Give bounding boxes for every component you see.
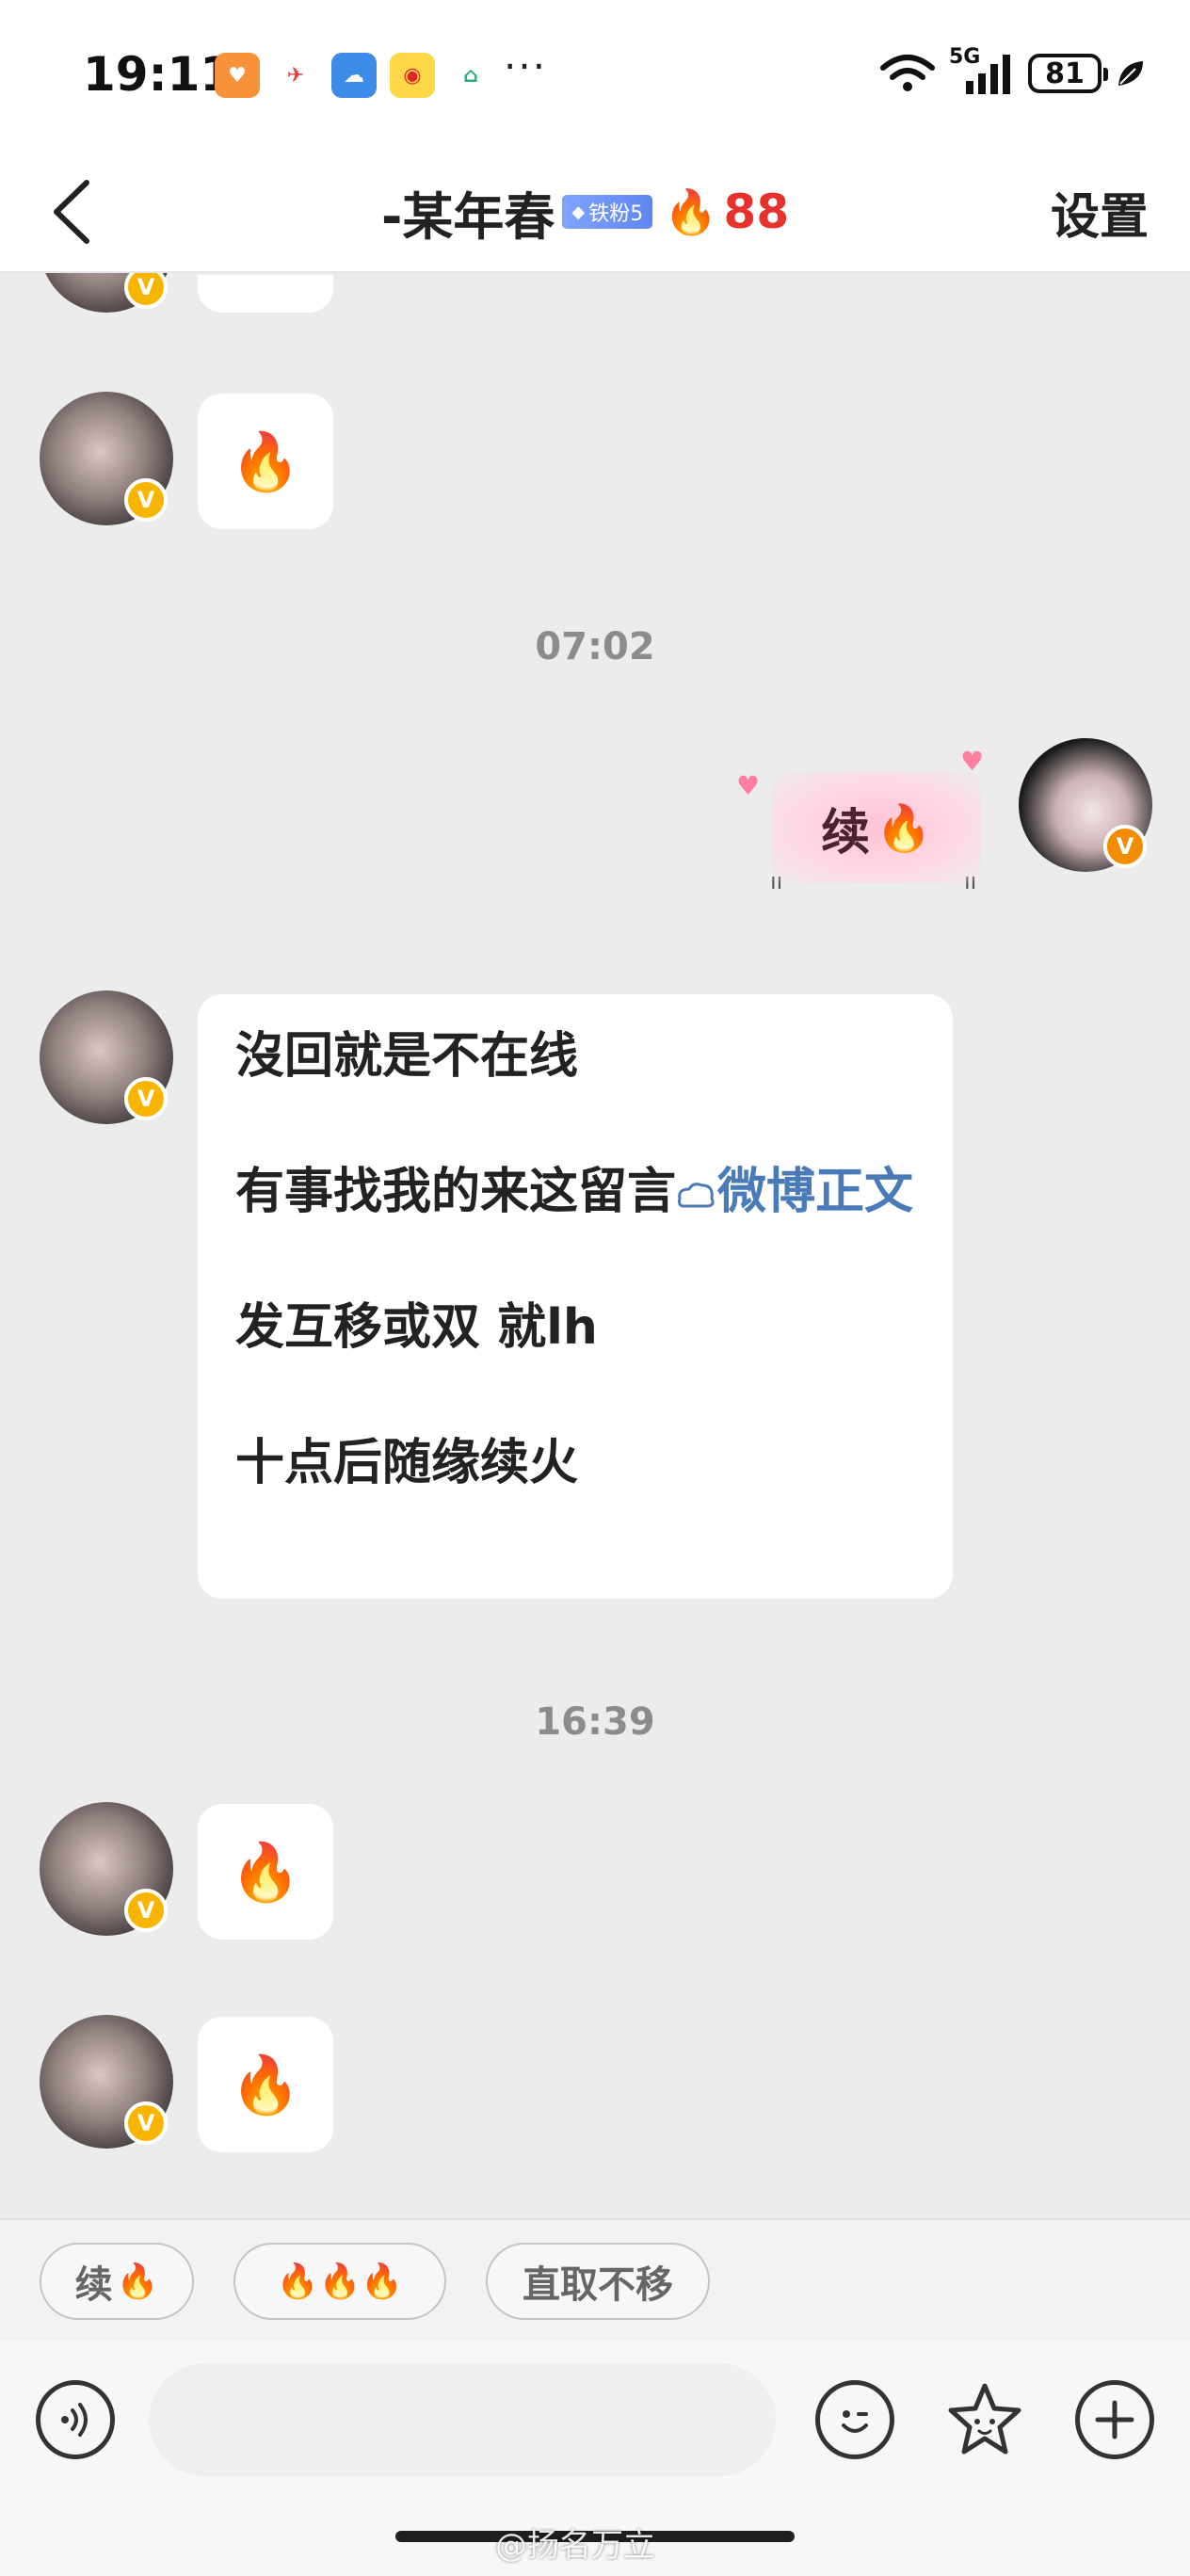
fire-streak: 🔥 88 [664,185,789,239]
weibo-link-icon [678,1183,715,1208]
status-app-icons: ♥ ✈ ☁ ◉ ⌂ [215,53,493,98]
status-bar: 19:11 ♥ ✈ ☁ ◉ ⌂ ··· 5G 81 [0,0,1190,151]
more-notifications-icon: ··· [504,43,548,89]
cellular-signal-icon: 5G [949,45,1015,96]
my-message-text: 续 [821,804,871,861]
quick-reply-bar: 续 🔥 🔥🔥🔥 直取不移 [0,2218,1190,2341]
weather-app-icon: ☁ [331,53,377,98]
chip-label: 续 [74,2263,113,2307]
voice-button[interactable] [36,2380,115,2459]
timestamp: 16:39 [535,1700,655,1744]
verified-badge-icon: V [124,478,168,522]
watermark: @扬名万立 [495,2527,655,2565]
back-button[interactable] [34,169,109,254]
weibo-app-icon: ◉ [390,53,435,98]
star-sticker-icon [948,2383,1021,2455]
fire-emoji: 🔥 [230,1839,301,1906]
battery-icon: 81 [1028,54,1108,93]
fire-emoji: 🔥 [230,2052,301,2118]
my-avatar[interactable]: V [1019,738,1152,872]
emoji-button[interactable] [815,2380,894,2459]
fire-streak-count: 88 [723,185,790,239]
health-app-icon: ♥ [215,53,260,98]
verified-badge-icon: V [124,1889,168,1932]
fan-badge-label: 铁粉5 [588,202,644,226]
verified-badge-icon: V [1103,825,1147,868]
contact-avatar[interactable]: V [40,1802,173,1936]
message-bubble[interactable]: 🔥 [198,2017,333,2152]
status-time: 19:11 [83,47,233,102]
message-input[interactable] [149,2363,776,2476]
heart-decoration-icon: ♥ [736,770,761,801]
timestamp: 07:02 [535,625,655,668]
chat-title: -某年春 [381,186,555,247]
battery-level: 81 [1045,56,1085,90]
verified-badge-icon: V [124,2101,168,2145]
fan-level-badge: ◆ 铁粉5 [562,195,653,229]
weibo-post-link[interactable]: 微博正文 [717,1164,913,1220]
contact-avatar[interactable]: V [40,990,173,1124]
chat-title-group[interactable]: -某年春 ◆ 铁粉5 🔥 88 [381,171,789,252]
message-bubble[interactable]: 🔥 [198,1804,333,1940]
plane-app-icon: ✈ [273,53,318,98]
back-arrow-icon [54,180,89,244]
settings-button[interactable]: 设置 [1051,171,1149,252]
voice-icon [61,2403,88,2437]
message-bubble[interactable]: 🔥 [198,394,333,529]
quick-reply-chip[interactable]: 续 🔥 [40,2243,194,2320]
verified-badge-icon: V [124,1077,168,1120]
sticker-button[interactable] [943,2378,1026,2461]
diamond-icon: ◆ [571,201,586,222]
fire-emoji: 🔥 [876,801,932,855]
plus-icon [1095,2400,1134,2439]
notice-line: 发互移或双 就lh [235,1299,598,1356]
chip-label: 直取不移 [523,2263,673,2307]
fire-emoji: 🔥 [230,428,301,495]
wifi-icon [880,55,935,91]
notice-line-with-link: 有事找我的来这留言 微博正文 [235,1158,915,1226]
status-indicators: 5G 81 [879,45,1147,96]
notice-line: 十点后随缘续火 [235,1435,579,1491]
notice-text: 有事找我的来这留言 [235,1164,677,1220]
message-bubble-partial[interactable] [198,275,333,313]
notice-line: 沒回就是不在线 [235,1028,579,1085]
my-message-bubble[interactable]: 续 🔥 [772,772,981,883]
contact-avatar[interactable]: V [40,392,173,525]
auto-reply-bubble[interactable]: 沒回就是不在线 有事找我的来这留言 微博正文 发互移或双 就lh 十点后随缘续火 [198,994,953,1599]
contact-avatar[interactable]: V [40,2015,173,2149]
fire-emoji: 🔥 [116,2262,159,2301]
chip-label: 🔥🔥🔥 [276,2262,404,2301]
chat-header: -某年春 ◆ 铁粉5 🔥 88 设置 [0,151,1190,273]
quick-reply-chip[interactable]: 直取不移 [486,2243,710,2320]
leaf-icon [1118,61,1143,86]
more-options-button[interactable] [1075,2380,1154,2459]
quick-reply-chip[interactable]: 🔥🔥🔥 [233,2243,446,2320]
smiley-icon [842,2410,868,2433]
home-app-icon: ⌂ [448,53,493,98]
fire-icon: 🔥 [664,185,718,237]
